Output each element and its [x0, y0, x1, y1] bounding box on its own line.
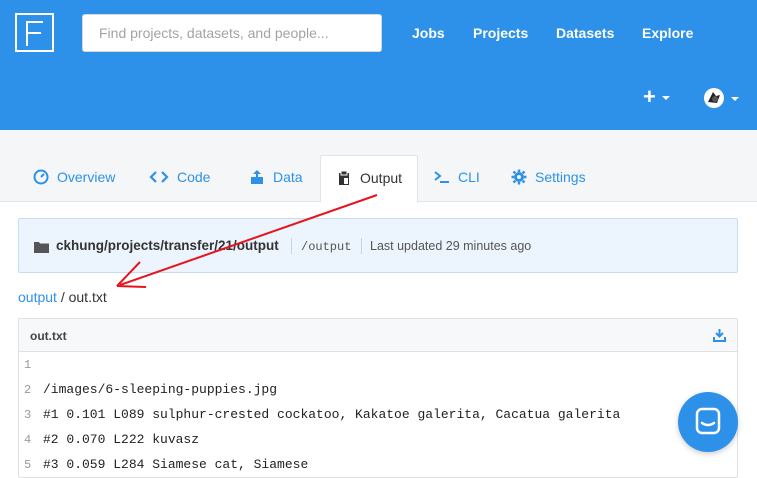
top-navbar: Jobs Projects Datasets Explore + — [0, 0, 757, 130]
project-tabs: Overview Code Data Output CLI Settings — [0, 130, 757, 203]
tab-label: Data — [273, 169, 303, 185]
tab-label: Code — [177, 169, 211, 185]
divider — [361, 238, 362, 254]
nav-datasets-link[interactable]: Datasets — [556, 25, 614, 41]
output-path: ckhung/projects/transfer/21/output — [56, 238, 279, 253]
file-viewer: out.txt 1 2/images/6-sleeping-puppies.jp… — [18, 318, 738, 478]
code-line: 3 #1 0.101 L089 sulphur-crested cockatoo,… — [19, 402, 737, 427]
download-icon[interactable] — [713, 328, 726, 342]
nav-jobs-link[interactable]: Jobs — [412, 25, 445, 41]
line-text: #3 0.059 L284 Siamese cat, Siamese — [43, 457, 309, 472]
tab-cli[interactable]: CLI — [434, 155, 480, 202]
tab-label: CLI — [458, 169, 480, 185]
floydhub-logo[interactable] — [15, 13, 54, 52]
chat-icon — [695, 407, 721, 435]
file-header: out.txt — [19, 319, 737, 352]
upload-icon — [251, 170, 263, 184]
clipboard-icon — [339, 170, 349, 185]
tab-data[interactable]: Data — [249, 155, 303, 202]
line-text: #1 0.101 L089 sulphur-crested cockatoo, … — [43, 407, 621, 422]
code-icon — [149, 171, 169, 183]
divider — [291, 238, 292, 254]
breadcrumb-file: out.txt — [68, 289, 107, 305]
line-text: /images/6-sleeping-puppies.jpg — [43, 382, 278, 397]
line-number: 4 — [24, 432, 32, 447]
chat-launcher-button[interactable] — [678, 392, 738, 452]
line-number: 1 — [24, 357, 32, 372]
line-number: 3 — [24, 407, 32, 422]
output-path-panel: ckhung/projects/transfer/21/output /outp… — [18, 218, 738, 273]
nav-explore-link[interactable]: Explore — [642, 25, 693, 41]
code-line: 1 — [19, 352, 737, 377]
breadcrumb-folder-link[interactable]: output — [18, 289, 57, 305]
tab-label: Overview — [57, 169, 116, 185]
code-line: 5 #3 0.059 L284 Siamese cat, Siamese — [19, 452, 737, 477]
tab-output[interactable]: Output — [320, 155, 419, 203]
gear-icon — [511, 169, 527, 185]
dashboard-icon — [33, 169, 49, 185]
breadcrumb: output / out.txt — [18, 289, 107, 305]
code-line: 2/images/6-sleeping-puppies.jpg — [19, 377, 737, 402]
search-input[interactable] — [82, 14, 382, 52]
file-content: 1 2/images/6-sleeping-puppies.jpg 3 #1 0.… — [19, 352, 737, 477]
file-name: out.txt — [30, 329, 67, 343]
chevron-down-icon — [661, 96, 670, 101]
tab-label: Output — [360, 170, 403, 186]
avatar — [704, 88, 739, 108]
last-updated: Last updated 29 minutes ago — [370, 239, 532, 253]
nav-projects-link[interactable]: Projects — [473, 25, 528, 41]
code-line: 4 #2 0.070 L222 kuvasz — [19, 427, 737, 452]
mount-point: /output — [301, 240, 352, 254]
user-menu-button[interactable] — [703, 87, 743, 109]
tab-code[interactable]: Code — [149, 155, 210, 202]
line-text: #2 0.070 L222 kuvasz — [43, 432, 200, 447]
tab-overview[interactable]: Overview — [33, 155, 115, 202]
line-number: 2 — [24, 382, 32, 397]
breadcrumb-separator: / — [60, 289, 65, 305]
tab-settings[interactable]: Settings — [511, 155, 586, 202]
folder-icon — [34, 242, 49, 253]
create-menu-button[interactable]: + — [643, 84, 670, 110]
terminal-icon — [434, 171, 449, 183]
plus-icon: + — [643, 84, 656, 109]
tab-label: Settings — [535, 169, 586, 185]
line-number: 5 — [24, 457, 32, 472]
